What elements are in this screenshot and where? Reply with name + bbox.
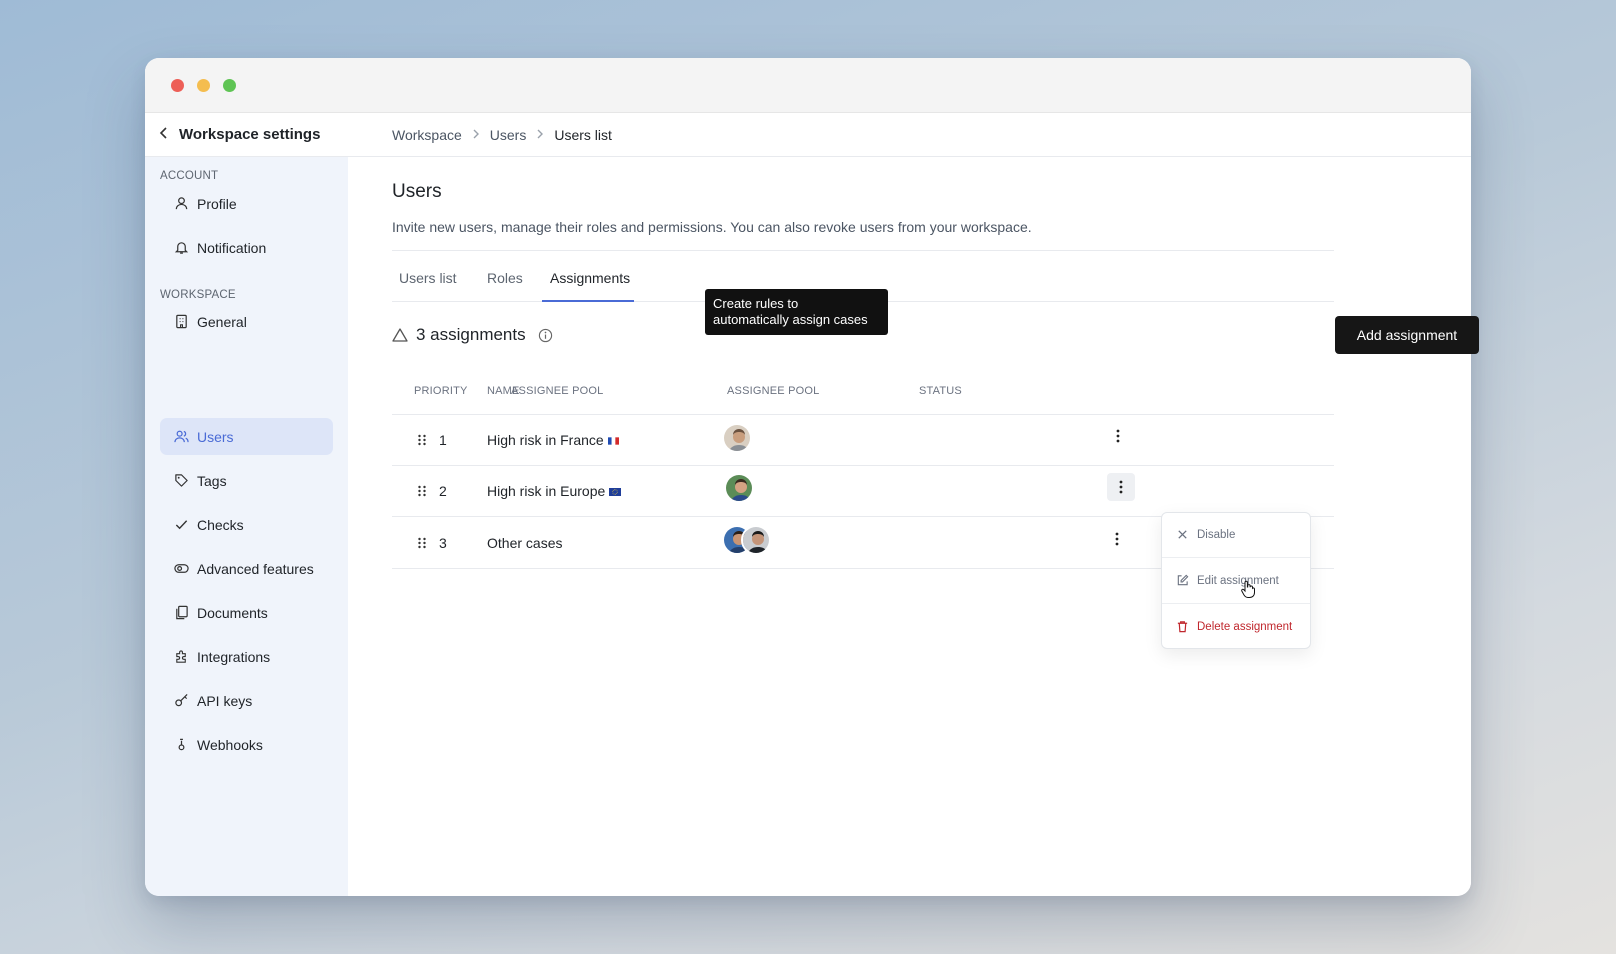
tooltip-line: Create rules to [713, 296, 799, 311]
avatar [741, 525, 771, 555]
row-context-menu: Disable Edit assignment Delete assignmen… [1161, 512, 1311, 649]
minimize-window-button[interactable] [197, 79, 210, 92]
tooltip-line: automatically assign cases [713, 312, 868, 327]
sidebar-item-general[interactable]: General [160, 303, 333, 340]
tab-roles[interactable]: Roles [487, 270, 523, 286]
menu-item-label: Edit assignment [1197, 574, 1279, 587]
active-tab-indicator [542, 300, 634, 302]
avatar [724, 473, 754, 503]
sidebar-item-label: Tags [197, 472, 227, 489]
menu-item-label: Disable [1197, 528, 1236, 541]
puzzle-icon [176, 650, 186, 663]
row-actions-button[interactable] [1107, 473, 1135, 501]
tab-assignments[interactable]: Assignments [550, 270, 630, 286]
drag-handle-icon[interactable] [417, 485, 427, 497]
column-header-priority: PRIORITY [414, 385, 468, 397]
divider [392, 465, 1334, 466]
info-icon[interactable] [538, 328, 553, 343]
sidebar-item-users[interactable]: Users [160, 418, 333, 455]
column-header-status: STATUS [919, 385, 962, 397]
warning-triangle-icon [392, 328, 408, 342]
trash-icon [1177, 621, 1188, 633]
divider [392, 414, 1334, 415]
page-description: Invite new users, manage their roles and… [392, 219, 1032, 235]
page-title: Users [392, 181, 442, 202]
assignment-name: High risk in France [487, 432, 604, 448]
name-cell: High risk in France [487, 432, 619, 448]
row-actions-button[interactable] [1103, 525, 1131, 553]
sidebar-item-label: Users [197, 428, 234, 445]
sidebar-item-integrations[interactable]: Integrations [160, 638, 333, 675]
close-window-button[interactable] [171, 79, 184, 92]
hand-cursor-icon [1241, 580, 1255, 598]
check-icon [175, 520, 188, 530]
priority-cell: 2 [439, 483, 447, 499]
name-cell: Other cases [487, 535, 563, 551]
sidebar-item-label: Advanced features [197, 560, 314, 577]
menu-item-label: Delete assignment [1197, 620, 1293, 633]
sidebar-item-tags[interactable]: Tags [160, 462, 333, 499]
sidebar-title: Workspace settings [179, 126, 321, 143]
building-icon [176, 314, 187, 329]
drag-handle-icon[interactable] [417, 537, 427, 549]
more-vertical-icon [1119, 480, 1123, 494]
sidebar-item-label: Webhooks [197, 736, 263, 753]
divider [1162, 557, 1310, 558]
menu-item-disable[interactable]: Disable [1176, 528, 1235, 541]
section-label-workspace: WORKSPACE [160, 289, 236, 301]
bell-icon [174, 242, 189, 254]
assignments-count: 3 assignments [416, 325, 526, 344]
menu-item-edit-assignment[interactable]: Edit assignment [1176, 574, 1279, 587]
documents-icon [176, 605, 188, 620]
close-icon [1178, 530, 1187, 539]
chevron-left-icon [159, 126, 169, 143]
sidebar-item-label: Integrations [197, 648, 271, 665]
eu-flag-icon [609, 488, 622, 497]
sidebar-item-label: Checks [197, 516, 244, 533]
sidebar-item-notification[interactable]: Notification [160, 229, 333, 266]
add-assignment-button[interactable]: Add assignment [1335, 316, 1479, 354]
users-panel: Users Invite new users, manage their rol… [348, 55, 1479, 895]
divider [1162, 603, 1310, 604]
france-flag-icon [607, 437, 619, 445]
priority-cell: 1 [439, 432, 447, 448]
name-cell: High risk in Europe [487, 483, 622, 499]
sidebar-item-profile[interactable]: Profile [160, 185, 333, 222]
menu-item-delete-assignment[interactable]: Delete assignment [1176, 620, 1292, 633]
back-to-workspace-settings[interactable]: Workspace settings [145, 113, 348, 157]
assignments-header: 3 assignments [392, 325, 553, 345]
sidebar-item-api-keys[interactable]: API keys [160, 682, 333, 719]
tab-users-list[interactable]: Users list [399, 270, 457, 286]
sidebar: Workspace settings ACCOUNT Profile Notif… [145, 113, 348, 896]
sidebar-item-advanced-features[interactable]: Advanced features [160, 550, 333, 587]
edit-icon [1177, 574, 1189, 586]
info-tooltip: Create rules to automatically assign cas… [705, 289, 888, 335]
row-actions-button[interactable] [1104, 422, 1132, 450]
sidebar-item-label: Notification [197, 239, 267, 256]
avatar [722, 423, 752, 453]
section-label-account: ACCOUNT [160, 170, 219, 182]
webhook-icon [178, 738, 185, 751]
user-icon [175, 197, 188, 210]
key-icon [175, 693, 188, 707]
column-header-assignee-pool: ASSIGNEE POOL [727, 385, 820, 397]
sidebar-item-documents[interactable]: Documents [160, 594, 333, 631]
sidebar-item-label: General [197, 313, 247, 330]
assignment-name: High risk in Europe [487, 483, 606, 499]
tag-icon [175, 474, 188, 487]
more-vertical-icon [1116, 429, 1120, 443]
sidebar-item-checks[interactable]: Checks [160, 506, 333, 543]
sidebar-item-label: Profile [197, 195, 237, 212]
users-icon [174, 430, 189, 443]
column-header-overlap: ASSIGNEE POOL [511, 385, 604, 397]
drag-handle-icon[interactable] [417, 434, 427, 446]
sidebar-item-label: API keys [197, 692, 253, 709]
more-vertical-icon [1115, 532, 1119, 546]
maximize-window-button[interactable] [223, 79, 236, 92]
priority-cell: 3 [439, 535, 447, 551]
sidebar-item-label: Documents [197, 604, 268, 621]
toggle-icon [174, 564, 189, 573]
sidebar-item-webhooks[interactable]: Webhooks [160, 726, 333, 763]
